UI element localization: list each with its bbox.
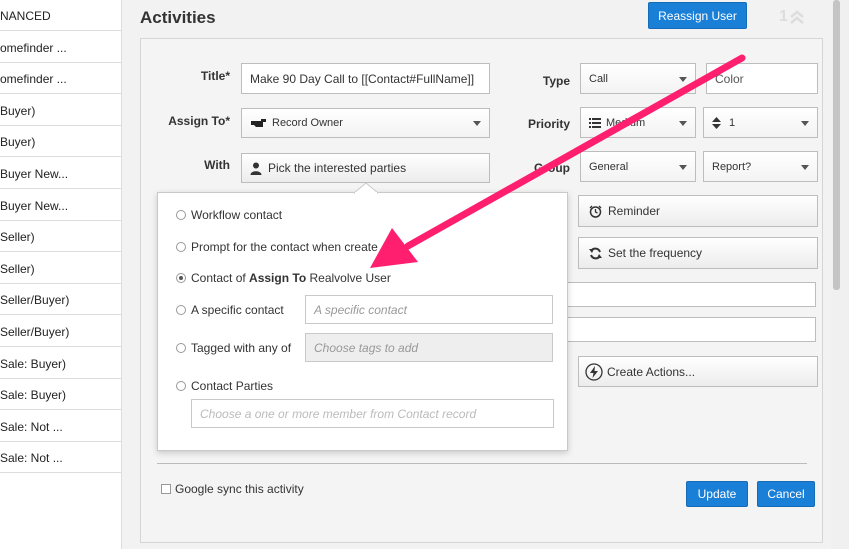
list-item[interactable]: Sale: Buyer)	[0, 379, 121, 411]
reminder-button[interactable]: Reminder	[578, 195, 818, 227]
page-title: Activities	[140, 8, 216, 27]
list-item[interactable]: Buyer)	[0, 126, 121, 158]
option-contact-parties[interactable]: Contact Parties	[176, 379, 273, 393]
list-item[interactable]: Seller)	[0, 221, 121, 253]
radio[interactable]	[176, 305, 186, 315]
popup-pointer	[354, 183, 378, 194]
priority-select[interactable]: Medium	[580, 107, 696, 138]
list-item[interactable]: Buyer New...	[0, 190, 121, 221]
title-input[interactable]: Make 90 Day Call to [[Contact#FullName]]	[241, 63, 490, 94]
interested-parties-popup: Workflow contact Prompt for the contact …	[157, 192, 568, 451]
google-sync-row[interactable]: Google sync this activity	[161, 482, 304, 496]
cancel-button[interactable]: Cancel	[757, 481, 815, 507]
lightning-bolt-icon	[585, 362, 603, 381]
create-actions-button[interactable]: Create Actions...	[578, 356, 818, 387]
extra-input-2[interactable]	[565, 317, 816, 342]
pick-interested-parties-button[interactable]: Pick the interested parties	[241, 153, 490, 183]
alarm-clock-icon	[589, 205, 602, 218]
assign-to-label: Assign To*	[168, 114, 230, 128]
option-specific-contact[interactable]: A specific contact	[176, 303, 284, 317]
option-label-bold: Assign To	[249, 271, 307, 285]
type-value: Call	[589, 72, 608, 85]
option-contact-of-assign-to[interactable]: Contact of Assign To Realvolve User	[176, 271, 391, 285]
option-workflow-contact[interactable]: Workflow contact	[176, 208, 282, 222]
chevron-down-icon	[679, 164, 687, 170]
option-prompt-contact[interactable]: Prompt for the contact when create	[176, 240, 378, 254]
page-indicator[interactable]: 1	[779, 8, 805, 26]
list-icon	[589, 117, 601, 128]
update-button[interactable]: Update	[686, 481, 748, 507]
list-item[interactable]: Seller/Buyer)	[0, 316, 121, 347]
chevron-down-icon	[679, 76, 687, 82]
list-item[interactable]: omefinder ...	[0, 32, 121, 63]
list-item[interactable]: Seller/Buyer)	[0, 284, 121, 316]
priority-label: Priority	[527, 117, 570, 131]
radio[interactable]	[176, 210, 186, 220]
record-list: NANCED omefinder ... omefinder ... Buyer) Bu…	[0, 0, 122, 549]
option-label: A specific contact	[191, 303, 284, 317]
refresh-icon	[589, 247, 602, 259]
priority-value: Medium	[606, 116, 646, 129]
tags-input[interactable]: Choose tags to add	[305, 333, 553, 362]
option-label-suffix: Realvolve User	[306, 271, 391, 285]
frequency-label: Set the frequency	[608, 246, 703, 260]
specific-contact-input[interactable]: A specific contact	[305, 295, 553, 324]
title-label: Title*	[200, 69, 230, 83]
list-item[interactable]: Buyer)	[0, 95, 121, 126]
list-item[interactable]: omefinder ...	[0, 63, 121, 95]
with-label: With	[204, 158, 230, 172]
option-label: Workflow contact	[191, 208, 283, 222]
option-label-prefix: Contact of	[191, 271, 250, 285]
group-label: Group	[534, 161, 570, 175]
chevron-down-icon	[679, 120, 687, 126]
report-value: Report?	[712, 160, 752, 173]
google-sync-checkbox[interactable]	[161, 484, 171, 494]
radio-selected[interactable]	[176, 273, 186, 283]
create-actions-label: Create Actions...	[607, 364, 696, 379]
priority-number-value: 1	[729, 116, 736, 129]
contact-parties-input[interactable]: Choose a one or more member from Contact…	[191, 399, 554, 428]
priority-number-select[interactable]: 1	[703, 107, 818, 138]
radio[interactable]	[176, 242, 186, 252]
group-select[interactable]: General	[580, 151, 696, 182]
scrollbar-thumb[interactable]	[833, 0, 840, 290]
reminder-label: Reminder	[608, 204, 661, 218]
chevron-down-icon	[473, 121, 481, 126]
google-sync-label: Google sync this activity	[175, 482, 304, 496]
chevron-down-icon	[801, 164, 809, 170]
list-item[interactable]: NANCED	[0, 0, 121, 31]
report-select[interactable]: Report?	[703, 151, 818, 182]
set-frequency-button[interactable]: Set the frequency	[578, 237, 818, 269]
sort-icon	[712, 116, 721, 129]
group-value: General	[589, 160, 629, 173]
page-number: 1	[779, 8, 788, 25]
radio[interactable]	[176, 381, 186, 391]
assign-to-select[interactable]: Record Owner	[241, 108, 490, 138]
color-input[interactable]: Color	[706, 63, 818, 94]
chevron-down-icon	[801, 120, 809, 126]
option-label: Tagged with any of	[191, 341, 292, 355]
option-label: Prompt for the contact when create	[191, 240, 378, 254]
list-item[interactable]: Sale: Not ...	[0, 442, 121, 474]
extra-input-1[interactable]	[565, 282, 816, 307]
option-tagged-with[interactable]: Tagged with any of	[176, 341, 291, 355]
reassign-user-button[interactable]: Reassign User	[648, 2, 747, 29]
list-item[interactable]: Sale: Buyer)	[0, 348, 121, 379]
type-label: Type	[542, 74, 570, 88]
assign-to-value: Record Owner	[272, 117, 343, 129]
list-item[interactable]: Seller)	[0, 253, 121, 284]
list-item[interactable]: Buyer New...	[0, 158, 121, 189]
divider	[157, 463, 807, 464]
option-label: Contact Parties	[191, 379, 274, 393]
double-chevron-up-icon	[790, 10, 804, 24]
pointing-hand-icon	[251, 119, 266, 127]
radio[interactable]	[176, 343, 186, 353]
person-icon	[250, 162, 262, 175]
list-item[interactable]: Sale: Not ...	[0, 411, 121, 442]
type-select[interactable]: Call	[580, 63, 696, 94]
with-value: Pick the interested parties	[268, 161, 407, 175]
